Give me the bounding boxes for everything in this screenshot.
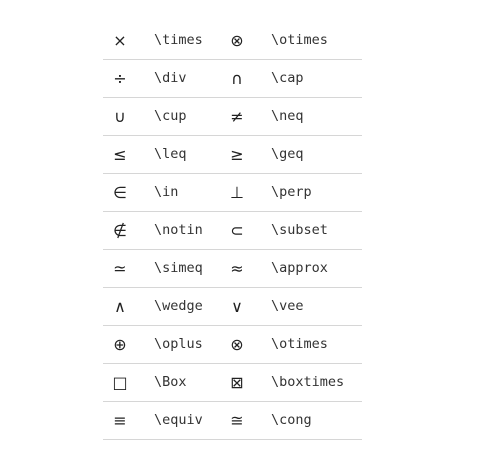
math-symbol: ≡	[113, 411, 127, 430]
math-symbol: □	[112, 373, 128, 392]
latex-command: \neq	[271, 108, 304, 124]
latex-command: \approx	[271, 260, 328, 276]
latex-command: \cap	[271, 70, 304, 86]
latex-command: \simeq	[154, 260, 203, 276]
latex-command: \times	[154, 32, 203, 48]
math-symbol: ∨	[231, 297, 243, 316]
latex-command: \cong	[271, 412, 312, 428]
table-row: ≤ \leq ≥ \geq	[103, 136, 362, 174]
table-row: ∧ \wedge ∨ \vee	[103, 288, 362, 326]
latex-command: \subset	[271, 222, 328, 238]
latex-command: \notin	[154, 222, 203, 238]
math-symbol: ⊗	[230, 335, 244, 354]
latex-command: \geq	[271, 146, 304, 162]
math-symbol: ⊂	[230, 221, 244, 240]
latex-command: \otimes	[271, 336, 328, 352]
math-symbol: ≥	[230, 145, 244, 164]
latex-command: \leq	[154, 146, 187, 162]
table-row: ≃ \simeq ≈ \approx	[103, 250, 362, 288]
latex-command: \otimes	[271, 32, 328, 48]
math-symbol: ∪	[114, 107, 126, 126]
latex-command: \perp	[271, 184, 312, 200]
latex-command: \in	[154, 184, 179, 200]
math-symbol: ⊕	[113, 335, 127, 354]
latex-command: \vee	[271, 298, 304, 314]
math-symbol: ∧	[114, 297, 126, 316]
latex-command: \equiv	[154, 412, 203, 428]
math-symbol: ≤	[113, 145, 127, 164]
math-symbol: ∈	[113, 183, 127, 202]
math-symbol: ∩	[231, 69, 243, 88]
math-symbol: ≅	[230, 411, 244, 430]
table-row: ∉ \notin ⊂ \subset	[103, 212, 362, 250]
math-symbol: ≠	[230, 107, 244, 126]
latex-command: \Box	[154, 374, 187, 390]
table-row: ≡ \equiv ≅ \cong	[103, 402, 362, 440]
latex-command: \div	[154, 70, 187, 86]
math-symbol: ∉	[113, 221, 127, 240]
table-row: ⊕ \oplus ⊗ \otimes	[103, 326, 362, 364]
table-row: ∈ \in ⊥ \perp	[103, 174, 362, 212]
latex-command: \oplus	[154, 336, 203, 352]
table-row: ÷ \div ∩ \cap	[103, 60, 362, 98]
math-symbol: ≃	[113, 259, 127, 278]
latex-command: \wedge	[154, 298, 203, 314]
symbol-table: × \times ⊗ \otimes ÷ \div ∩ \cap ∪ \cup …	[103, 22, 362, 440]
latex-command: \boxtimes	[271, 374, 345, 390]
math-symbol: ×	[113, 31, 127, 50]
math-symbol: ≈	[230, 259, 244, 278]
math-symbol: ⊠	[230, 373, 244, 392]
table-row: × \times ⊗ \otimes	[103, 22, 362, 60]
math-symbol: ÷	[113, 69, 127, 88]
table-row: ∪ \cup ≠ \neq	[103, 98, 362, 136]
math-symbol: ⊗	[230, 31, 244, 50]
math-symbol: ⊥	[230, 183, 244, 202]
table-row: □ \Box ⊠ \boxtimes	[103, 364, 362, 402]
latex-command: \cup	[154, 108, 187, 124]
